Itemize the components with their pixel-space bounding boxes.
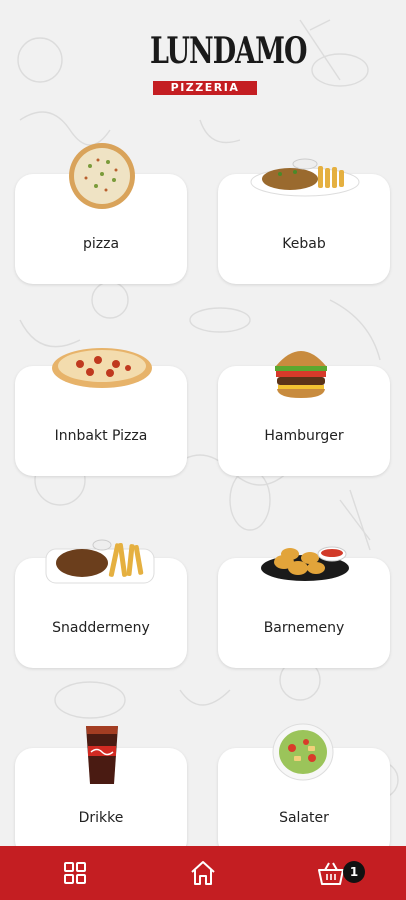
category-label: Salater: [279, 810, 329, 826]
brand-name: LUNDAMO: [150, 30, 308, 73]
home-button[interactable]: [188, 858, 218, 888]
brand-logo: LUNDAMO PIZZERIA: [0, 31, 406, 98]
category-label: pizza: [82, 236, 120, 252]
cart-icon: [318, 862, 344, 885]
category-label: Drikke: [78, 810, 124, 826]
hamburger-image: [275, 351, 327, 398]
cart-button[interactable]: [316, 858, 346, 888]
category-label: Snaddermeny: [52, 620, 150, 636]
category-label: Kebab: [282, 236, 326, 252]
cart-count-badge: 1: [343, 861, 365, 883]
pizza-image: [69, 143, 135, 209]
kebab-plate-image: [250, 158, 360, 197]
snack-plate-image: [45, 539, 155, 584]
brand-subtitle: PIZZERIA: [153, 81, 257, 95]
home-icon: [191, 861, 215, 885]
category-label: Innbakt Pizza: [54, 428, 148, 444]
category-label: Barnemeny: [263, 620, 345, 636]
category-label: Hamburger: [264, 428, 344, 444]
cola-glass-image: [86, 726, 118, 784]
salad-image: [272, 723, 334, 781]
calzone-image: [52, 348, 152, 388]
grid-menu-button[interactable]: [60, 858, 90, 888]
grid-icon: [64, 862, 86, 884]
nuggets-image: [261, 546, 349, 581]
